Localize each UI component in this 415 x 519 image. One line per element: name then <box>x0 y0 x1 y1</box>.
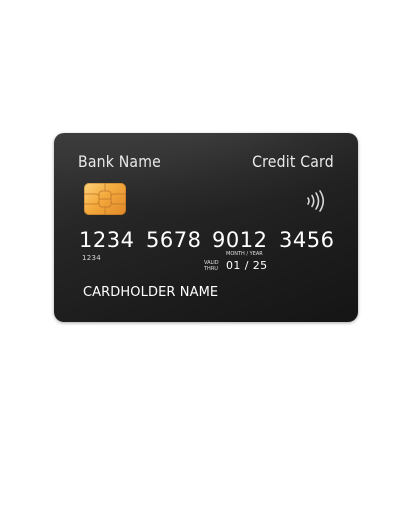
card-type: Credit Card <box>252 152 334 171</box>
emv-chip-icon <box>84 183 126 215</box>
valid-thru-label: VALID THRU <box>204 260 224 272</box>
bank-name: Bank Name <box>78 152 161 171</box>
card-small-digits: 1234 <box>82 254 102 262</box>
valid-label-line2: THRU <box>204 266 218 272</box>
contactless-icon <box>304 190 326 212</box>
card-number-group-1: 1234 <box>79 228 135 252</box>
card-number-group-4: 3456 <box>279 228 335 252</box>
expiry-format-label: MONTH / YEAR <box>226 251 263 257</box>
expiry-date: 01 / 25 <box>226 259 268 272</box>
credit-card: Bank Name Credit Card 1234 5678 9012 345… <box>54 133 358 322</box>
cardholder-name: CARDHOLDER NAME <box>83 285 219 300</box>
card-number-group-3: 9012 <box>212 228 268 252</box>
card-number-group-2: 5678 <box>146 228 202 252</box>
